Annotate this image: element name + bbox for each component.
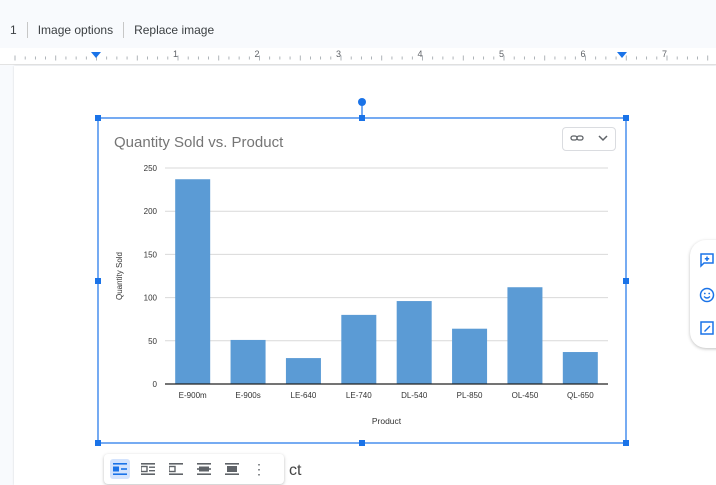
behind-text-button[interactable]	[194, 459, 214, 479]
x-tick-label: QL-650	[567, 391, 594, 400]
body-text-fragment: ct	[289, 462, 302, 479]
inline-icon	[113, 463, 127, 475]
y-tick-label: 100	[144, 294, 158, 303]
resize-handle	[359, 440, 365, 446]
resize-handle	[359, 115, 365, 121]
y-tick-label: 200	[144, 207, 158, 216]
bar-e-900s	[230, 339, 266, 384]
resize-handle	[95, 115, 101, 121]
x-tick-label: PL-850	[457, 391, 483, 400]
link-icon	[570, 133, 584, 146]
inline-button[interactable]	[110, 459, 130, 479]
wrap-text-icon	[141, 463, 155, 475]
resize-handle	[95, 440, 101, 446]
side-actions-panel	[690, 240, 716, 348]
y-tick-label: 250	[144, 164, 158, 173]
chart[interactable]: 0 50 100 150 200 250 E-900m E-900s LE-640 LE-740 D…	[0, 0, 716, 485]
bar-dl-540	[396, 301, 432, 384]
bar-le-740	[341, 314, 377, 384]
resize-handle	[623, 278, 629, 284]
break-text-icon	[169, 463, 183, 475]
x-tick-label: LE-740	[346, 391, 372, 400]
x-tick-label: E-900m	[179, 391, 207, 400]
y-tick-label: 50	[148, 337, 157, 346]
suggest-edit-icon[interactable]	[698, 319, 716, 337]
bar-le-640	[285, 358, 321, 384]
bar-pl-850	[452, 328, 488, 384]
bar-ol-450	[507, 287, 543, 384]
x-tick-label: DL-540	[401, 391, 428, 400]
bar-ql-650	[562, 352, 598, 384]
chart-title: Quantity Sold vs. Product	[114, 134, 284, 151]
more-options-button[interactable]: ⋮	[252, 459, 266, 479]
resize-handle	[623, 440, 629, 446]
x-tick-label: LE-640	[291, 391, 317, 400]
image-wrap-toolbar: ⋮	[104, 454, 284, 484]
rotate-handle	[358, 98, 366, 106]
bar-e-900m	[175, 179, 211, 384]
add-comment-icon[interactable]	[698, 251, 716, 269]
linked-chart-menu[interactable]	[562, 127, 616, 151]
y-tick-label: 0	[153, 380, 158, 389]
y-tick-label: 150	[144, 250, 158, 259]
wrap-text-button[interactable]	[138, 459, 158, 479]
x-axis-label: Product	[372, 416, 402, 426]
resize-handle	[95, 278, 101, 284]
y-axis-label: Quantity Sold	[115, 252, 124, 300]
x-tick-label: OL-450	[512, 391, 539, 400]
in-front-of-text-button[interactable]	[222, 459, 242, 479]
behind-text-icon	[197, 463, 211, 475]
in-front-of-text-icon	[225, 463, 239, 475]
x-tick-label: E-900s	[235, 391, 260, 400]
emoji-icon[interactable]	[698, 286, 716, 304]
chevron-down-icon	[598, 133, 608, 145]
resize-handle	[623, 115, 629, 121]
break-text-button[interactable]	[166, 459, 186, 479]
